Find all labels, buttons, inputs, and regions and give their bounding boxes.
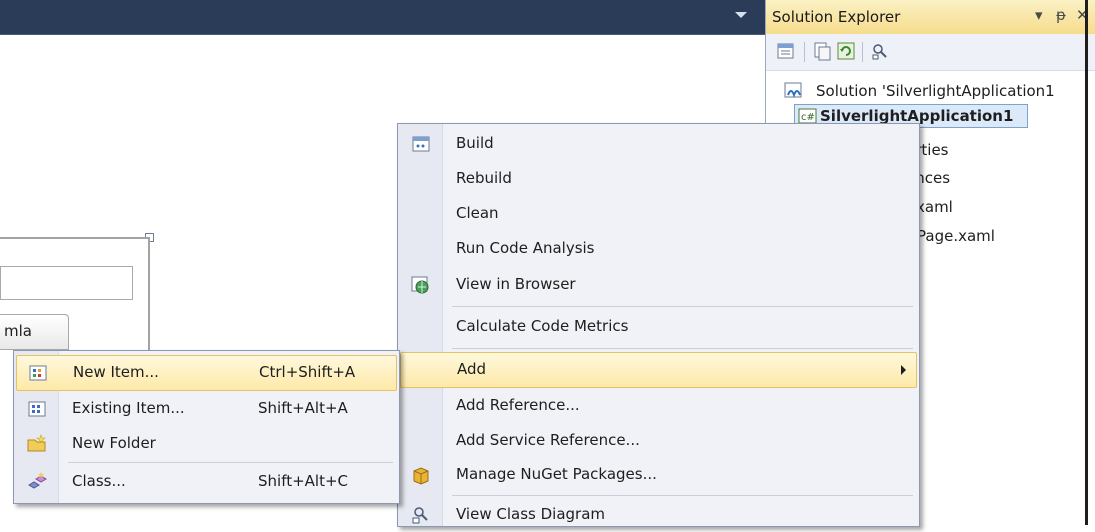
menu-item-new-item[interactable]: New Item... Ctrl+Shift+A <box>16 355 397 391</box>
menu-separator <box>452 306 913 307</box>
menu-item-label: Manage NuGet Packages... <box>456 465 657 483</box>
menu-item-label: View Class Diagram <box>456 505 605 523</box>
window-edge <box>1085 0 1088 525</box>
menu-item-label: View in Browser <box>456 275 576 293</box>
solution-explorer-toolbar <box>766 34 1095 71</box>
menu-item-label: New Item... <box>73 363 159 381</box>
add-submenu: New Item... Ctrl+Shift+A Existing Item..… <box>13 350 400 504</box>
pin-icon[interactable]: ᵽ <box>1056 6 1066 24</box>
solution-explorer-header: Solution Explorer ▾ ᵽ ✕ <box>766 0 1095 35</box>
tree-item-mainpage-xaml[interactable]: Page.xaml <box>917 224 995 248</box>
menu-item-label: Add Service Reference... <box>456 431 640 449</box>
designer-button-label: mla <box>4 322 32 340</box>
menu-item-manage-nuget[interactable]: Manage NuGet Packages... <box>400 458 917 492</box>
menu-item-new-folder[interactable]: New Folder <box>16 427 397 461</box>
menu-item-label: Calculate Code Metrics <box>456 317 629 335</box>
menu-item-view-class-diagram[interactable]: View Class Diagram <box>400 498 917 532</box>
menu-item-label: Class... <box>72 472 126 490</box>
designer-textbox[interactable] <box>0 266 133 300</box>
menu-item-label: Build <box>456 134 494 152</box>
menu-item-label: Clean <box>456 204 499 222</box>
document-tab-strip <box>0 0 765 35</box>
menu-item-add[interactable]: Add <box>400 352 917 388</box>
new-folder-icon <box>27 434 46 452</box>
menu-item-view-in-browser[interactable]: View in Browser <box>400 268 917 302</box>
tree-item-app-xaml[interactable]: xaml <box>916 195 953 219</box>
panel-title: Solution Explorer <box>772 8 901 26</box>
menu-item-label: Add Reference... <box>456 396 580 414</box>
toolbar-separator <box>804 42 805 62</box>
refresh-icon[interactable] <box>836 41 856 61</box>
tree-item-label: Solution 'SilverlightApplication1 <box>816 82 1055 100</box>
menu-item-existing-item[interactable]: Existing Item... Shift+Alt+A <box>16 392 397 426</box>
class-icon <box>28 472 47 489</box>
menu-item-add-reference[interactable]: Add Reference... <box>400 389 917 423</box>
menu-item-add-service-reference[interactable]: Add Service Reference... <box>400 424 917 458</box>
menu-item-label: Existing Item... <box>72 399 185 417</box>
menu-separator <box>68 462 393 463</box>
menu-item-class[interactable]: Class... Shift+Alt+C <box>16 465 397 499</box>
toolbar-separator <box>862 42 863 62</box>
menu-item-label: New Folder <box>72 434 156 452</box>
view-class-diagram-icon[interactable] <box>870 41 890 61</box>
submenu-arrow-icon <box>901 365 906 375</box>
tab-dropdown-icon[interactable] <box>735 12 747 18</box>
existing-item-icon <box>28 401 46 417</box>
menu-separator <box>452 348 913 349</box>
menu-item-shortcut: Shift+Alt+A <box>258 399 348 417</box>
context-menu: Build Rebuild Clean Run Code Analysis Vi… <box>397 123 920 527</box>
nuget-icon <box>413 467 429 485</box>
class-diagram-icon <box>412 507 428 524</box>
menu-item-label: Rebuild <box>456 169 512 187</box>
browser-icon <box>411 276 429 294</box>
new-item-icon <box>29 365 47 381</box>
menu-item-label: Add <box>457 360 487 378</box>
tree-item-label: xaml <box>916 198 953 216</box>
tree-item-label: Page.xaml <box>917 227 995 245</box>
menu-item-run-code-analysis[interactable]: Run Code Analysis <box>400 232 917 266</box>
menu-item-calculate-code-metrics[interactable]: Calculate Code Metrics <box>400 310 917 344</box>
build-icon <box>412 136 430 152</box>
menu-item-shortcut: Ctrl+Shift+A <box>259 363 356 381</box>
menu-item-label: Run Code Analysis <box>456 239 595 257</box>
properties-icon[interactable] <box>776 41 796 61</box>
menu-item-rebuild[interactable]: Rebuild <box>400 162 917 196</box>
svg-text:c#: c# <box>801 112 815 123</box>
designer-button[interactable]: mla <box>0 314 69 350</box>
solution-icon <box>784 82 802 98</box>
menu-item-shortcut: Shift+Alt+C <box>258 472 349 490</box>
panel-dropdown-icon[interactable]: ▾ <box>1035 6 1043 24</box>
menu-item-build[interactable]: Build <box>400 127 917 161</box>
menu-separator <box>452 495 913 496</box>
menu-item-clean[interactable]: Clean <box>400 197 917 231</box>
show-all-files-icon[interactable] <box>812 41 832 61</box>
